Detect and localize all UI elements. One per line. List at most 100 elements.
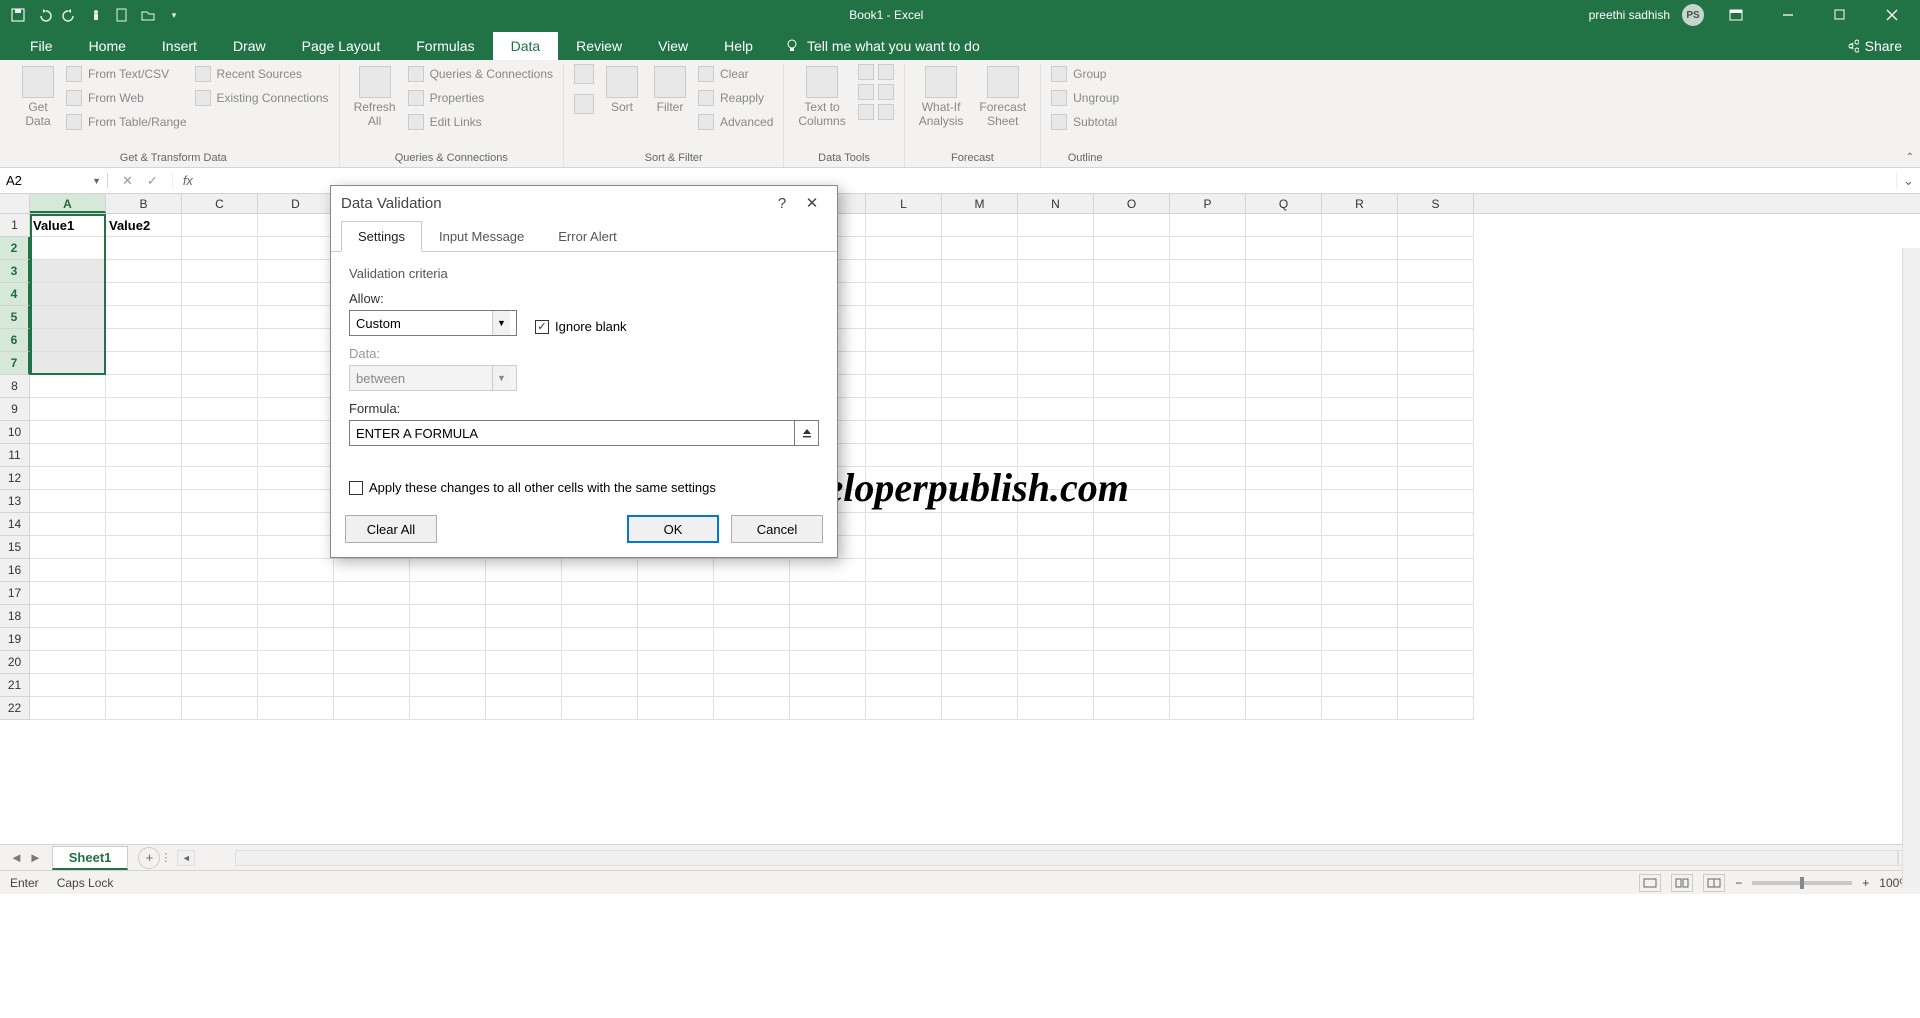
cell[interactable]	[942, 237, 1018, 260]
cell[interactable]	[182, 513, 258, 536]
minimize-button[interactable]	[1768, 0, 1808, 30]
sheet-nav-next-icon[interactable]: ►	[29, 850, 42, 865]
cell[interactable]	[1398, 513, 1474, 536]
row-header[interactable]: 7	[0, 352, 30, 375]
cell[interactable]	[1170, 628, 1246, 651]
cell[interactable]	[30, 237, 106, 260]
cell[interactable]	[1398, 467, 1474, 490]
cell[interactable]	[1246, 421, 1322, 444]
cell[interactable]	[1398, 674, 1474, 697]
new-doc-icon[interactable]	[112, 5, 132, 25]
remove-duplicates-icon[interactable]	[858, 84, 874, 100]
dialog-close-button[interactable]: ✕	[797, 194, 827, 212]
row-header[interactable]: 4	[0, 283, 30, 306]
cell[interactable]	[1398, 352, 1474, 375]
cell[interactable]	[410, 674, 486, 697]
cell[interactable]	[942, 605, 1018, 628]
cell[interactable]	[1094, 651, 1170, 674]
cell[interactable]	[106, 306, 182, 329]
cell[interactable]	[486, 559, 562, 582]
cell[interactable]	[1170, 329, 1246, 352]
cell[interactable]	[1322, 421, 1398, 444]
cell[interactable]	[1018, 214, 1094, 237]
cell[interactable]	[1170, 421, 1246, 444]
tab-insert[interactable]: Insert	[144, 32, 215, 60]
page-layout-view-button[interactable]	[1671, 874, 1693, 892]
cell[interactable]	[866, 605, 942, 628]
zoom-slider[interactable]	[1752, 881, 1852, 885]
cell[interactable]	[258, 559, 334, 582]
cell[interactable]	[1170, 306, 1246, 329]
cell[interactable]	[30, 559, 106, 582]
save-icon[interactable]	[8, 5, 28, 25]
zoom-in-button[interactable]: +	[1862, 876, 1869, 890]
row-header[interactable]: 6	[0, 329, 30, 352]
redo-icon[interactable]	[60, 5, 80, 25]
cell[interactable]	[1246, 352, 1322, 375]
cell[interactable]: Value2	[106, 214, 182, 237]
user-avatar[interactable]: PS	[1682, 4, 1704, 26]
cell[interactable]	[258, 260, 334, 283]
cell[interactable]	[1170, 260, 1246, 283]
hscroll-left-button[interactable]: ◄	[177, 850, 195, 866]
cell[interactable]	[1170, 375, 1246, 398]
cell[interactable]	[1322, 283, 1398, 306]
cell[interactable]	[1170, 582, 1246, 605]
cell[interactable]	[1322, 513, 1398, 536]
formula-input-field[interactable]	[349, 420, 795, 446]
cell[interactable]	[258, 329, 334, 352]
cell[interactable]	[258, 582, 334, 605]
cell[interactable]	[1170, 513, 1246, 536]
tell-me-search[interactable]: Tell me what you want to do	[771, 32, 994, 60]
cell[interactable]	[182, 490, 258, 513]
cell[interactable]	[106, 467, 182, 490]
cell[interactable]	[258, 467, 334, 490]
cell[interactable]	[258, 490, 334, 513]
cell[interactable]	[106, 260, 182, 283]
cell[interactable]	[30, 398, 106, 421]
cell[interactable]	[486, 674, 562, 697]
cell[interactable]	[258, 651, 334, 674]
cell[interactable]	[638, 651, 714, 674]
column-header[interactable]: O	[1094, 194, 1170, 213]
cell[interactable]	[106, 674, 182, 697]
get-data-button[interactable]: Get Data	[18, 64, 58, 130]
cell[interactable]	[1246, 651, 1322, 674]
cell[interactable]	[30, 651, 106, 674]
cell[interactable]	[942, 352, 1018, 375]
cell[interactable]	[942, 651, 1018, 674]
cell[interactable]	[182, 628, 258, 651]
row-header[interactable]: 10	[0, 421, 30, 444]
row-header[interactable]: 20	[0, 651, 30, 674]
cell[interactable]	[1094, 559, 1170, 582]
cell[interactable]	[258, 237, 334, 260]
row-header[interactable]: 15	[0, 536, 30, 559]
ribbon-display-options-icon[interactable]	[1716, 0, 1756, 30]
cell[interactable]	[866, 421, 942, 444]
cell[interactable]	[106, 582, 182, 605]
cell[interactable]	[562, 628, 638, 651]
cell[interactable]	[714, 628, 790, 651]
cell[interactable]	[1018, 697, 1094, 720]
cell[interactable]	[106, 559, 182, 582]
cell[interactable]	[1094, 697, 1170, 720]
cell[interactable]	[30, 306, 106, 329]
cell[interactable]	[106, 605, 182, 628]
enter-entry-icon[interactable]: ✓	[147, 173, 158, 189]
cell[interactable]	[30, 628, 106, 651]
cell[interactable]	[866, 283, 942, 306]
cell[interactable]	[1398, 421, 1474, 444]
cell[interactable]	[866, 651, 942, 674]
cell[interactable]	[1170, 237, 1246, 260]
clear-filter-button[interactable]: Clear	[698, 64, 773, 84]
open-icon[interactable]	[138, 5, 158, 25]
ok-button[interactable]: OK	[627, 515, 719, 543]
cell[interactable]	[106, 237, 182, 260]
sort-desc-icon[interactable]	[574, 94, 594, 114]
spreadsheet-grid[interactable]: ABCDEFGHIJKLMNOPQRS 1Value1Value22345678…	[0, 194, 1920, 844]
cell[interactable]	[182, 214, 258, 237]
dialog-tab-settings[interactable]: Settings	[341, 221, 422, 252]
sheet-nav-prev-icon[interactable]: ◄	[10, 850, 23, 865]
cell[interactable]	[638, 628, 714, 651]
cell[interactable]	[866, 329, 942, 352]
